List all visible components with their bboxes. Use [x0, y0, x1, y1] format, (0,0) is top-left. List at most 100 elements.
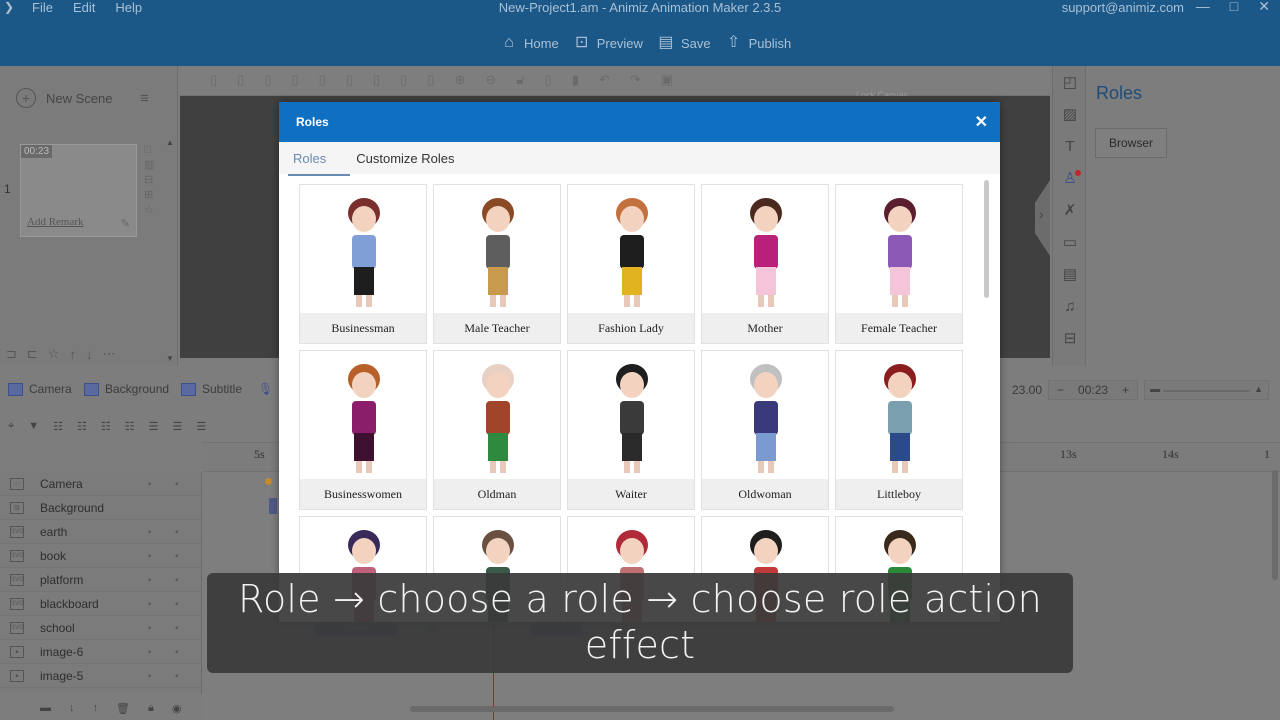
music-icon[interactable]: ♫	[1061, 298, 1079, 316]
tools-icon[interactable]: ✗	[1061, 202, 1079, 220]
minimize-button[interactable]: —	[1196, 0, 1210, 15]
distribute-icon[interactable]: ☷	[125, 420, 135, 433]
background-track-button[interactable]: Background	[84, 382, 169, 396]
align-icon[interactable]: ▯	[291, 72, 298, 88]
camera-track-button[interactable]: Camera	[8, 382, 72, 396]
more-icon[interactable]: ⋯	[102, 346, 115, 362]
increase-duration-button[interactable]: +	[1122, 383, 1129, 397]
subtitle-track-button[interactable]: Subtitle	[181, 382, 242, 396]
decrease-duration-button[interactable]: −	[1057, 383, 1064, 397]
copy-scene-icon[interactable]: □	[144, 144, 154, 156]
duration-value[interactable]: 00:23	[1078, 383, 1108, 397]
layer-row[interactable]: SVG platform • •	[0, 568, 201, 592]
settings-icon[interactable]: ▣	[661, 72, 673, 88]
lock-toggle[interactable]: •	[148, 479, 151, 489]
folder-icon[interactable]: ▤	[1061, 266, 1079, 284]
slider-track[interactable]	[1163, 390, 1251, 392]
role-card[interactable]: Mother	[701, 184, 829, 344]
align-icon[interactable]: ▯	[373, 72, 380, 88]
edit-icon[interactable]: ✎	[121, 217, 130, 230]
visibility-icon[interactable]: ◉	[172, 702, 182, 715]
shape-icon[interactable]: ◰	[1061, 74, 1079, 92]
new-scene-button[interactable]: + New Scene	[16, 88, 112, 108]
role-card[interactable]: Waiter	[567, 350, 695, 510]
align-center-icon[interactable]: ☷	[77, 420, 87, 433]
role-card[interactable]: Male Teacher	[433, 184, 561, 344]
add-remark-link[interactable]: Add Remark	[27, 216, 84, 228]
delete-icon[interactable]: 🗑︎	[116, 702, 130, 715]
role-card[interactable]: Businessman	[299, 184, 427, 344]
tab-customize-roles[interactable]: Customize Roles	[356, 151, 454, 166]
align-icon[interactable]: ▯	[400, 72, 407, 88]
publish-button[interactable]: ⇧ Publish	[725, 34, 791, 52]
align-icon[interactable]: ▯	[237, 72, 244, 88]
visibility-toggle[interactable]: •	[175, 671, 178, 681]
move-down-icon[interactable]: ↓	[69, 702, 75, 714]
lock-toggle[interactable]: •	[148, 647, 151, 657]
layout-icon[interactable]: ⊟	[1061, 330, 1079, 348]
background-clip[interactable]	[269, 498, 277, 514]
layer-row[interactable]: SVG blackboard • •	[0, 592, 201, 616]
duration-stepper[interactable]: − 00:23 +	[1048, 380, 1139, 400]
layer-row[interactable]: ▭ Camera • •	[0, 472, 201, 496]
role-card[interactable]: Female Teacher	[835, 184, 963, 344]
timeline-zoom-slider[interactable]: ▬ ▲	[1144, 380, 1270, 400]
target-icon[interactable]: ⌖	[8, 420, 14, 433]
copy-icon[interactable]: ▯	[545, 72, 552, 88]
scene-favorite-icon[interactable]: ☆	[144, 203, 154, 216]
close-window-button[interactable]: ✕	[1258, 0, 1270, 15]
role-card[interactable]: Fashion Lady	[567, 184, 695, 344]
lock-icon[interactable]: 🔒︎	[148, 702, 154, 715]
import-icon[interactable]: ⊐	[6, 346, 17, 362]
lock-toggle[interactable]: •	[148, 575, 151, 585]
maximize-button[interactable]: □	[1230, 0, 1238, 15]
layer-row[interactable]: ▨ Background	[0, 496, 201, 520]
tab-roles[interactable]: Roles	[287, 151, 351, 176]
lock-toggle[interactable]: •	[148, 671, 151, 681]
layer-row[interactable]: SVG book • •	[0, 544, 201, 568]
visibility-toggle[interactable]: •	[175, 551, 178, 561]
lock-toggle[interactable]: •	[148, 551, 151, 561]
lock-icon[interactable]: 🔓︎	[516, 72, 524, 88]
redo-icon[interactable]: ↷	[630, 72, 641, 88]
layer-row[interactable]: ▲ image-5 • •	[0, 664, 201, 688]
scroll-up-arrow[interactable]: ▲	[166, 138, 174, 147]
close-dialog-button[interactable]: ✕	[975, 112, 988, 132]
timeline-horizontal-scrollbar[interactable]	[410, 706, 894, 712]
align-icon[interactable]: ▯	[264, 72, 271, 88]
layer-row[interactable]: ▲ image-6 • •	[0, 640, 201, 664]
role-card[interactable]: Oldman	[433, 350, 561, 510]
star-icon[interactable]: ☆	[48, 346, 60, 362]
spacing-icon[interactable]: ☰	[172, 420, 182, 433]
support-email-link[interactable]: support@animiz.com	[1062, 0, 1184, 15]
layer-row[interactable]: SVG school • •	[0, 616, 201, 640]
scene-thumbnail[interactable]: 00:23 Add Remark ✎	[20, 144, 137, 237]
bubble-icon[interactable]: ▭	[1061, 234, 1079, 252]
delete-scene-icon[interactable]: ▥	[144, 158, 154, 171]
zoom-in-timeline-icon[interactable]: ▲	[1254, 384, 1263, 394]
spacing-icon[interactable]: ☰	[149, 420, 159, 433]
align-icon[interactable]: ▯	[346, 72, 353, 88]
role-card[interactable]: Littleboy	[835, 350, 963, 510]
scene-split-icon[interactable]: ⊞	[144, 188, 154, 201]
layer-row[interactable]: SVG earth • •	[0, 520, 201, 544]
role-icon[interactable]: ♙	[1061, 170, 1081, 188]
undo-icon[interactable]: ↶	[599, 72, 610, 88]
timeline-vertical-scrollbar[interactable]	[1272, 470, 1278, 580]
align-left-icon[interactable]: ☷	[53, 420, 63, 433]
align-icon[interactable]: ▯	[427, 72, 434, 88]
text-icon[interactable]: T	[1061, 138, 1079, 156]
lock-toggle[interactable]: •	[148, 623, 151, 633]
move-up-icon[interactable]: ↑	[69, 347, 76, 362]
visibility-toggle[interactable]: •	[175, 575, 178, 585]
folder-icon[interactable]: ▬	[40, 702, 51, 714]
visibility-toggle[interactable]: •	[175, 479, 178, 489]
visibility-toggle[interactable]: •	[175, 647, 178, 657]
home-button[interactable]: ⌂ Home	[500, 34, 559, 52]
preview-button[interactable]: ⊡ Preview	[573, 34, 643, 52]
export-icon[interactable]: ⊏	[27, 346, 38, 362]
zoom-in-icon[interactable]: ⊕	[454, 72, 465, 88]
role-card[interactable]: Businesswomen	[299, 350, 427, 510]
move-up-icon[interactable]: ↑	[93, 702, 99, 714]
dialog-scrollbar[interactable]	[984, 180, 989, 298]
